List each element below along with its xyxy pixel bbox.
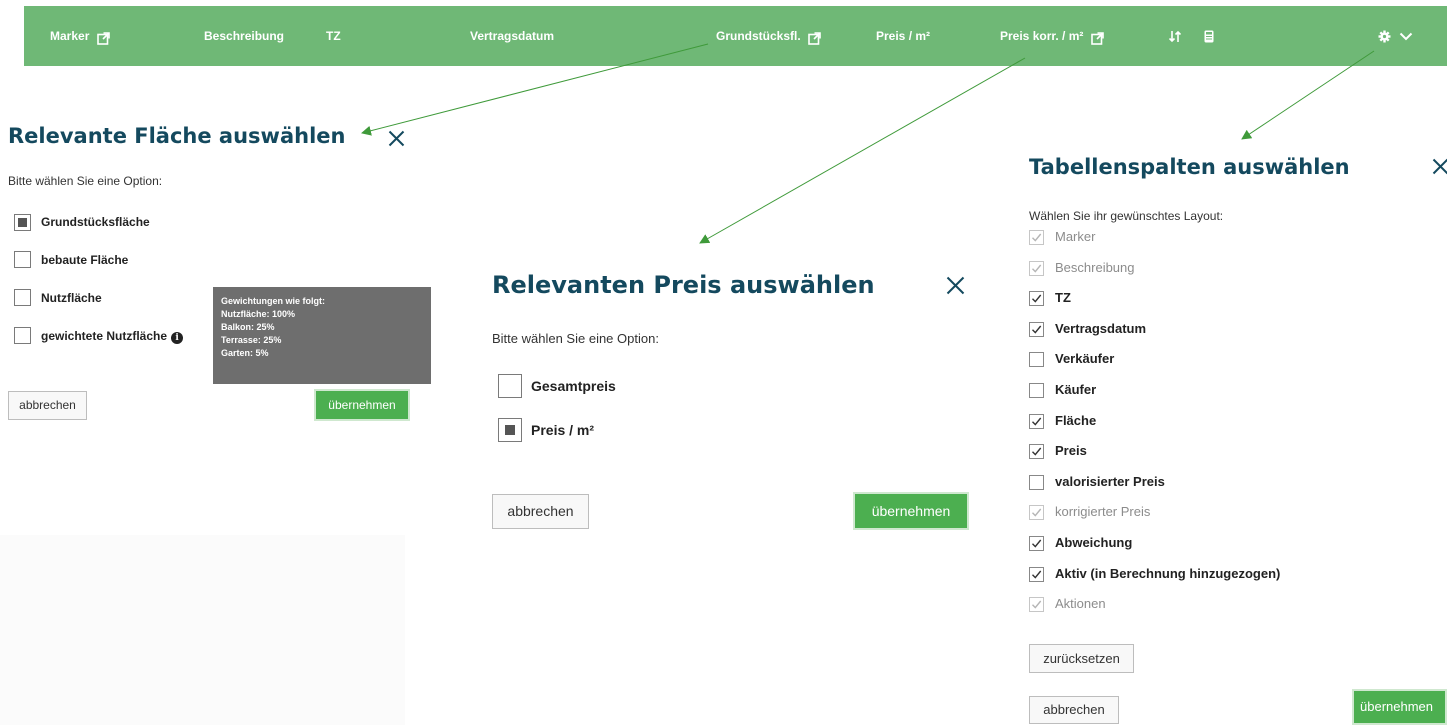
option-label: bebaute Fläche [41,253,129,267]
radio-checkbox[interactable] [14,327,31,344]
tooltip-line: Garten: 5% [221,348,269,358]
sort-icon[interactable] [1168,6,1182,66]
cancel-button[interactable]: abbrechen [1029,696,1119,724]
radio-checkbox[interactable] [14,289,31,306]
external-link-icon[interactable] [808,8,821,68]
radio-checkbox[interactable] [14,251,31,268]
header-col-preis-korr[interactable]: Preis korr. / m² [1000,6,1104,66]
weighting-tooltip: Gewichtungen wie folgt: Nutzfläche: 100%… [213,287,431,384]
column-checkbox[interactable] [1029,567,1044,582]
reset-button[interactable]: zurücksetzen [1029,644,1134,673]
column-checkbox [1029,261,1044,276]
column-checkbox[interactable] [1029,475,1044,490]
dialog-title: Relevante Fläche auswählen [8,124,346,148]
column-label: TZ [1055,290,1071,305]
dialog-prompt: Bitte wählen Sie eine Option: [8,174,163,188]
column-label: Aktiv (in Berechnung hinzugezogen) [1055,566,1281,581]
arrow-to-preis [699,57,1026,244]
check-icon [1032,325,1042,334]
column-checkbox[interactable] [1029,322,1044,337]
check-icon [1032,294,1042,303]
tooltip-line: Gewichtungen wie folgt: [221,296,325,306]
header-col-beschreibung[interactable]: Beschreibung [204,6,284,66]
header-col-grundstuecksfl-label: Grundstücksfl. [716,29,801,43]
option-label: Preis / m² [531,422,595,438]
radio-checkbox[interactable] [14,214,31,231]
column-label: Käufer [1055,382,1097,397]
background-panel [0,535,405,725]
apply-button[interactable]: übernehmen [1352,689,1447,725]
header-col-marker-label: Marker [50,29,90,43]
tooltip-line: Terrasse: 25% [221,335,282,345]
option-label: Grundstücksfläche [41,215,150,229]
column-checkbox[interactable] [1029,444,1044,459]
check-icon [1032,447,1042,456]
external-link-icon[interactable] [1090,8,1104,68]
gear-icon[interactable] [1378,6,1391,66]
column-checkbox[interactable] [1029,291,1044,306]
check-icon [1032,600,1042,609]
option-label: gewichtete Nutzfläche i [41,329,184,344]
header-col-preis-korr-label: Preis korr. / m² [1000,29,1084,43]
header-col-preis-m2[interactable]: Preis / m² [876,6,930,66]
apply-button[interactable]: übernehmen [314,389,410,421]
header-col-grundstuecksfl[interactable]: Grundstücksfl. [716,6,821,66]
close-icon[interactable] [1432,158,1447,180]
check-icon [1032,264,1042,273]
radio-checkbox[interactable] [498,374,522,398]
option-label: Nutzfläche [41,291,102,305]
check-icon [1032,417,1042,426]
column-checkbox[interactable] [1029,352,1044,367]
column-label: Verkäufer [1055,351,1115,366]
column-checkbox [1029,505,1044,520]
column-label: valorisierter Preis [1055,474,1165,489]
check-icon [1032,233,1042,242]
tooltip-line: Balkon: 25% [221,322,275,332]
column-label: Fläche [1055,413,1097,428]
close-icon[interactable] [946,276,965,300]
option-label: Gesamtpreis [531,378,616,394]
column-checkbox[interactable] [1029,414,1044,429]
column-label: Abweichung [1055,535,1133,550]
column-checkbox [1029,597,1044,612]
column-checkbox[interactable] [1029,536,1044,551]
tooltip-line: Nutzfläche: 100% [221,309,296,319]
dialog-title: Relevanten Preis auswählen [492,271,875,299]
column-checkbox[interactable] [1029,383,1044,398]
header-col-tz[interactable]: TZ [326,6,341,66]
table-header-bar: Marker Beschreibung TZ Vertragsdatum Gru… [24,6,1447,66]
dialog-title: Tabellenspalten auswählen [1029,155,1350,179]
column-label: Preis [1055,443,1087,458]
column-label: korrigierter Preis [1055,504,1151,519]
column-checkbox [1029,230,1044,245]
dialog-prompt: Bitte wählen Sie eine Option: [492,331,659,346]
check-icon [1032,570,1042,579]
header-col-vertragsdatum[interactable]: Vertragsdatum [470,6,554,66]
close-icon[interactable] [388,130,405,152]
check-icon [1032,539,1042,548]
apply-button[interactable]: übernehmen [853,492,969,530]
radio-checkbox[interactable] [498,418,522,442]
column-label: Beschreibung [1055,260,1135,275]
column-label: Vertragsdatum [1055,321,1147,336]
header-col-marker[interactable]: Marker [50,6,110,66]
column-label: Aktionen [1055,596,1106,611]
info-icon[interactable]: i [171,332,184,344]
check-icon [1032,508,1042,517]
dialog-prompt: Wählen Sie ihr gewünschtes Layout: [1029,209,1224,223]
cancel-button[interactable]: abbrechen [8,391,87,420]
cancel-button[interactable]: abbrechen [492,494,589,529]
external-link-icon[interactable] [96,8,110,68]
option-label-text: gewichtete Nutzfläche [41,329,168,343]
calculator-icon[interactable] [1204,6,1214,66]
column-label: Marker [1055,229,1096,244]
chevron-down-icon[interactable] [1399,6,1413,66]
